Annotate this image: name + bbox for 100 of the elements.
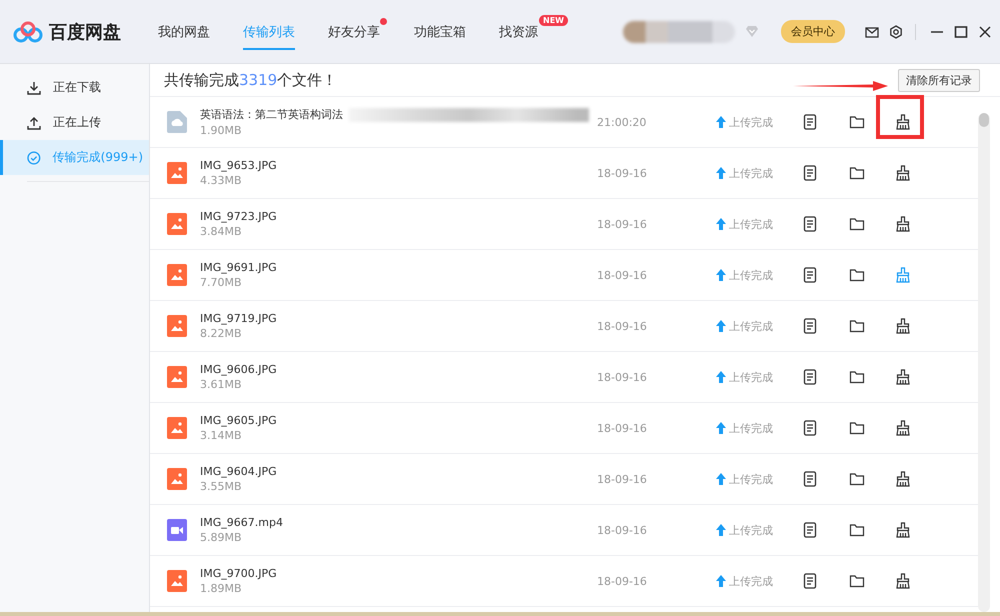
transfer-time: 18-09-16 bbox=[597, 268, 648, 282]
new-badge: NEW bbox=[539, 15, 568, 26]
close-icon[interactable] bbox=[978, 24, 992, 38]
image-file-icon bbox=[167, 162, 187, 184]
document-icon[interactable] bbox=[802, 369, 818, 385]
file-size: 8.22MB bbox=[200, 327, 243, 340]
image-file-icon bbox=[167, 315, 187, 337]
folder-icon[interactable] bbox=[849, 369, 865, 385]
file-size: 3.61MB bbox=[200, 378, 243, 391]
broom-icon[interactable] bbox=[895, 522, 911, 538]
maximize-icon[interactable] bbox=[954, 24, 968, 38]
download-icon bbox=[27, 80, 41, 94]
diamond-icon bbox=[745, 24, 759, 38]
app-name: 百度网盘 bbox=[49, 20, 121, 44]
file-size: 3.55MB bbox=[200, 480, 243, 493]
broom-icon[interactable] bbox=[895, 420, 911, 436]
broom-icon[interactable] bbox=[895, 114, 911, 130]
broom-icon[interactable] bbox=[895, 216, 911, 232]
broom-icon[interactable] bbox=[895, 318, 911, 334]
nav-tab[interactable]: 找资源 NEW bbox=[499, 0, 568, 63]
status-text: 上传完成 bbox=[729, 472, 773, 486]
upload-arrow-icon bbox=[716, 371, 726, 383]
transfer-time: 18-09-16 bbox=[597, 166, 648, 180]
image-file-icon bbox=[167, 213, 187, 235]
folder-icon[interactable] bbox=[849, 522, 865, 538]
image-file-icon bbox=[167, 570, 187, 592]
sidebar-item[interactable]: 正在上传 bbox=[0, 105, 149, 140]
file-name: IMG_9653.JPG bbox=[200, 159, 277, 172]
broom-icon[interactable] bbox=[895, 573, 911, 589]
upload-icon bbox=[27, 116, 41, 130]
document-icon[interactable] bbox=[802, 165, 818, 181]
file-name: IMG_9700.JPG bbox=[200, 567, 277, 580]
document-icon[interactable] bbox=[802, 522, 818, 538]
upload-arrow-icon bbox=[716, 320, 726, 332]
status-text: 上传完成 bbox=[729, 216, 773, 232]
settings-icon[interactable] bbox=[889, 24, 903, 38]
broom-icon[interactable] bbox=[895, 369, 911, 385]
file-name: IMG_9719.JPG bbox=[200, 312, 277, 325]
document-icon[interactable] bbox=[802, 471, 818, 487]
sidebar-item[interactable]: 正在下载 bbox=[0, 70, 149, 105]
nav-tab[interactable]: 好友分享 bbox=[328, 0, 387, 63]
image-file-icon bbox=[167, 366, 187, 388]
folder-icon[interactable] bbox=[849, 165, 865, 181]
folder-icon[interactable] bbox=[849, 573, 865, 589]
file-name: IMG_9691.JPG bbox=[200, 261, 277, 274]
nav-tab[interactable]: 我的网盘 bbox=[158, 0, 210, 63]
transfer-time: 18-09-16 bbox=[597, 320, 648, 332]
file-size: 3.14MB bbox=[200, 429, 243, 442]
transfer-time: 18-09-16 bbox=[597, 422, 648, 434]
broom-icon[interactable] bbox=[895, 471, 911, 487]
upload-arrow-icon bbox=[716, 218, 726, 230]
status-text: 上传完成 bbox=[729, 420, 773, 436]
document-icon[interactable] bbox=[802, 267, 818, 283]
document-icon[interactable] bbox=[802, 318, 818, 334]
document-icon[interactable] bbox=[802, 420, 818, 436]
transfer-time: 21:00:20 bbox=[597, 116, 648, 128]
folder-icon[interactable] bbox=[849, 420, 865, 436]
file-size: 7.70MB bbox=[200, 276, 243, 289]
folder-icon[interactable] bbox=[849, 318, 865, 334]
file-name: IMG_9667.mp4 bbox=[200, 516, 283, 529]
document-icon[interactable] bbox=[802, 114, 818, 130]
document-icon[interactable] bbox=[802, 573, 818, 589]
upload-arrow-icon bbox=[716, 575, 726, 587]
status-text: 上传完成 bbox=[729, 318, 773, 334]
status-text: 上传完成 bbox=[729, 114, 773, 130]
transfer-time: 18-09-16 bbox=[597, 370, 648, 384]
nav-tab[interactable]: 功能宝箱 bbox=[414, 0, 466, 63]
scrollbar[interactable] bbox=[978, 113, 990, 612]
status-text: 上传完成 bbox=[729, 268, 773, 282]
document-icon[interactable] bbox=[802, 216, 818, 232]
cloud-logo-icon bbox=[13, 20, 43, 42]
transfer-time: 18-09-16 bbox=[597, 472, 648, 486]
upload-arrow-icon bbox=[716, 473, 726, 485]
folder-icon[interactable] bbox=[849, 216, 865, 232]
image-file-icon bbox=[167, 264, 187, 286]
mail-icon[interactable] bbox=[865, 24, 879, 38]
file-size: 1.90MB bbox=[200, 124, 243, 137]
document-icon bbox=[167, 111, 187, 133]
video-file-icon bbox=[167, 519, 187, 541]
clear-all-records-button[interactable]: 清除所有记录 bbox=[898, 68, 980, 92]
folder-icon[interactable] bbox=[849, 267, 865, 283]
broom-icon[interactable] bbox=[895, 165, 911, 181]
image-file-icon bbox=[167, 417, 187, 439]
summary-text: 共传输完成3319个文件！ bbox=[164, 70, 338, 90]
file-size: 1.89MB bbox=[200, 582, 243, 595]
image-file-icon bbox=[167, 468, 187, 490]
folder-icon[interactable] bbox=[849, 471, 865, 487]
status-text: 上传完成 bbox=[729, 370, 773, 384]
file-name: IMG_9604.JPG bbox=[200, 465, 277, 478]
status-text: 上传完成 bbox=[729, 166, 773, 180]
upload-arrow-icon bbox=[716, 269, 726, 281]
upload-arrow-icon bbox=[716, 524, 726, 536]
file-name: IMG_9606.JPG bbox=[200, 363, 277, 376]
upload-arrow-icon bbox=[716, 167, 726, 179]
notification-dot bbox=[380, 18, 387, 25]
upload-arrow-icon bbox=[716, 422, 726, 434]
vip-center-button[interactable]: 会员中心 bbox=[781, 20, 845, 43]
folder-icon[interactable] bbox=[849, 114, 865, 130]
check-circle-icon bbox=[27, 150, 41, 164]
file-size: 5.89MB bbox=[200, 531, 243, 544]
